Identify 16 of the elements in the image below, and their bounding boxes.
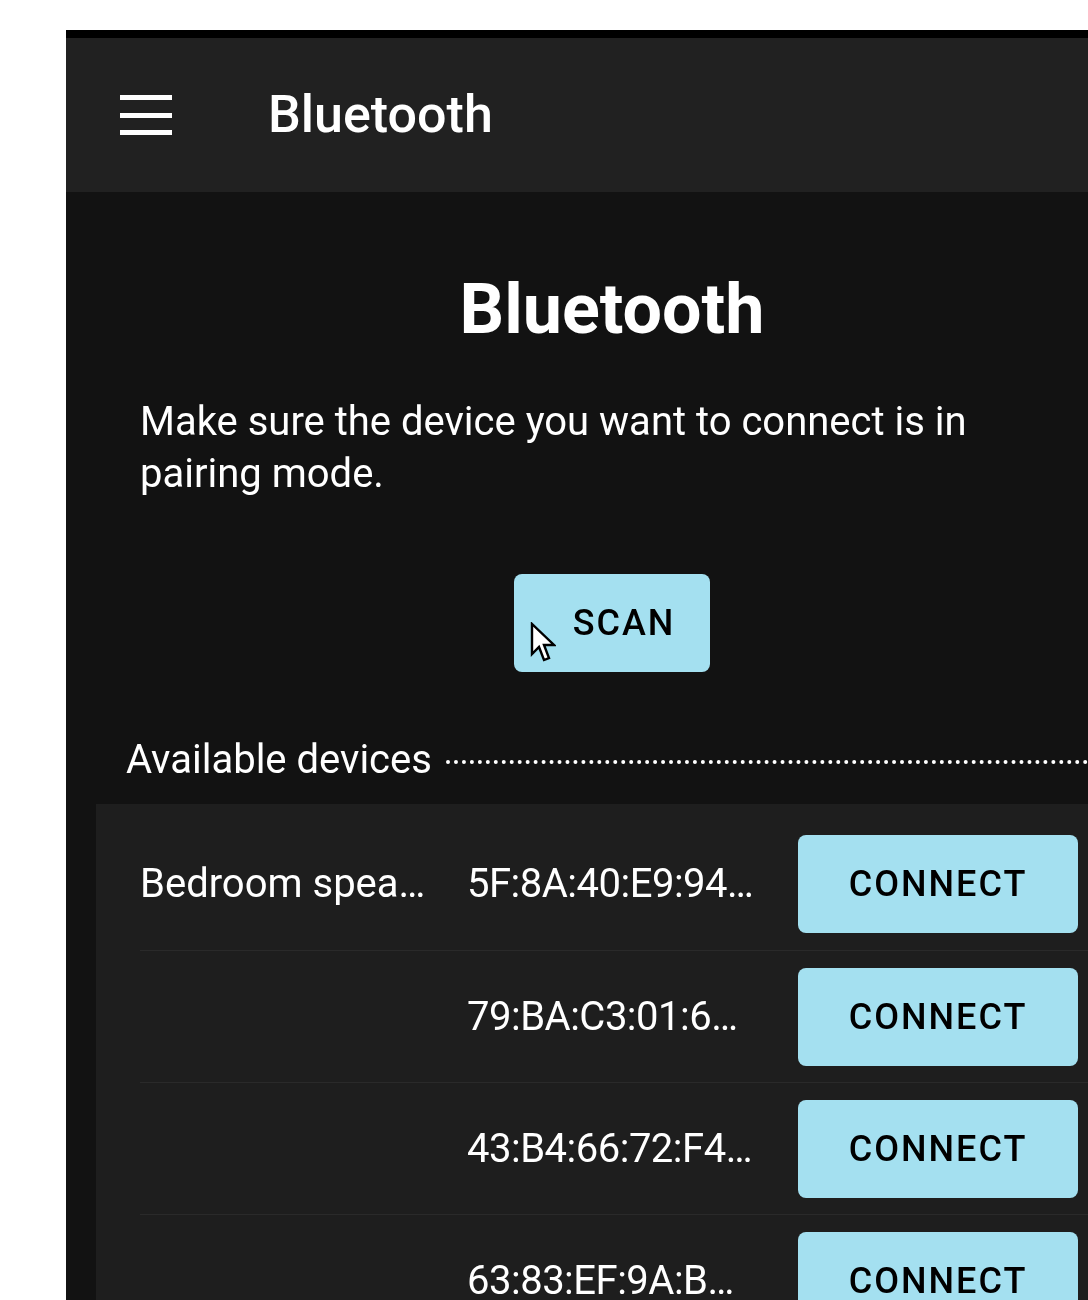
- app-bar-title: Bluetooth: [268, 83, 493, 147]
- device-address: 63:83:EF:9A:B…: [467, 1256, 734, 1300]
- device-address: 5F:8A:40:E9:94…: [467, 860, 754, 907]
- menu-icon[interactable]: [120, 95, 172, 135]
- device-address: 79:BA:C3:01:6…: [467, 992, 738, 1040]
- instructions-text: Make sure the device you want to connect is in pairing mode.: [140, 397, 968, 499]
- device-name: Bedroom spea…: [140, 860, 426, 907]
- device-address: 43:B4:66:72:F4…: [467, 1124, 752, 1172]
- connect-button[interactable]: CONNECT: [798, 1099, 1078, 1198]
- connect-button[interactable]: CONNECT: [798, 967, 1078, 1066]
- page-heading: Bluetooth: [459, 274, 765, 344]
- cursor-icon: [530, 622, 556, 662]
- connect-button[interactable]: CONNECT: [798, 835, 1078, 933]
- section-title: Available devices: [126, 735, 432, 785]
- connect-button[interactable]: CONNECT: [798, 1231, 1078, 1300]
- scan-button[interactable]: SCAN: [514, 574, 710, 672]
